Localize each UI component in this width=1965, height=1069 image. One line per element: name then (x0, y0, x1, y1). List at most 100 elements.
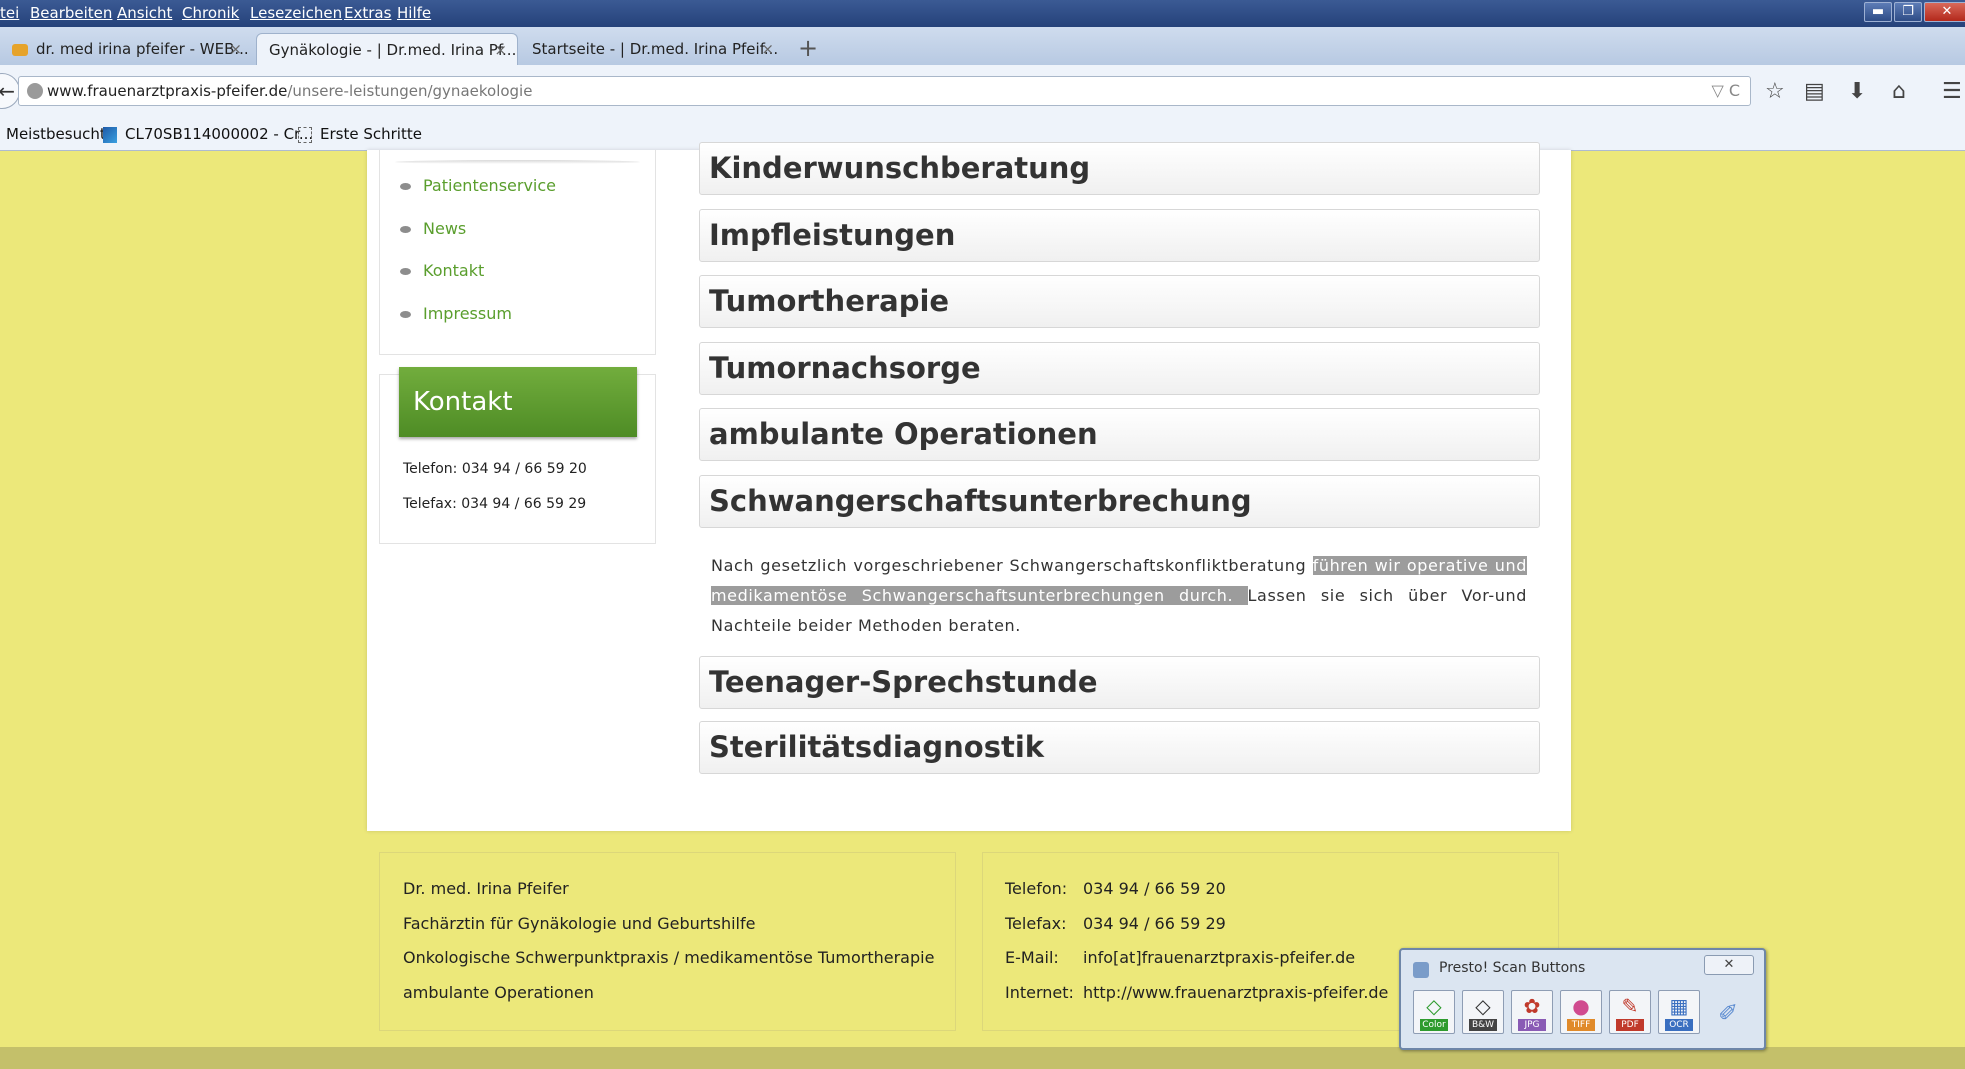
sidebar-item-label: Patientenservice (423, 176, 557, 195)
tab-bar: dr. med irina pfeifer - WEB... × Gynäkol… (0, 27, 1965, 65)
bullet-icon (400, 183, 411, 190)
footer-email-link[interactable]: info[at]frauenarztpraxis-pfeifer.de (1083, 948, 1355, 967)
scan-bw-button[interactable]: ◇ B&W (1462, 990, 1504, 1034)
scan-button-label: Color (1420, 1019, 1448, 1031)
bookmark-label: CL70SB114000002 - Cr... (125, 125, 314, 143)
menu-bar: tei Bearbeiten Ansicht Chronik Lesezeich… (0, 0, 1965, 27)
menu-item-ansicht[interactable]: Ansicht (117, 4, 172, 22)
divider (395, 160, 640, 164)
sidebar-item-kontakt[interactable]: Kontakt (400, 261, 484, 280)
hamburger-menu-icon[interactable]: ☰ (1942, 79, 1962, 104)
bullet-icon (400, 311, 411, 318)
scan-color-button[interactable]: ◇ Color (1413, 990, 1455, 1034)
url-bar[interactable]: www.frauenarztpraxis-pfeifer.de/unsere-l… (18, 76, 1751, 106)
scan-color-icon: ◇ (1426, 994, 1442, 1018)
tab-close-icon[interactable]: × (494, 34, 507, 66)
accordion-header-tumortherapie[interactable]: Tumortherapie (699, 275, 1540, 328)
tab-close-icon[interactable]: × (761, 33, 774, 65)
sidebar-nav: Patientenservice News Kontakt Impressum (379, 150, 656, 355)
page-bottom-band (0, 1047, 1965, 1069)
accordion-panel-text: Nach gesetzlich vorgeschriebener Schwang… (711, 551, 1527, 641)
scan-tiff-button[interactable]: ● TIFF (1560, 990, 1602, 1034)
footer-label-email: E-Mail: (1005, 948, 1059, 967)
menu-item-hilfe[interactable]: Hilfe (397, 4, 431, 22)
scan-pdf-button[interactable]: ✎ PDF (1609, 990, 1651, 1034)
scan-button-label: B&W (1469, 1019, 1497, 1031)
presto-title: Presto! Scan Buttons (1439, 960, 1586, 976)
tab-gynaekologie[interactable]: Gynäkologie - | Dr.med. Irina Pf... × (256, 33, 518, 65)
globe-icon (27, 83, 43, 99)
home-icon[interactable]: ⌂ (1892, 79, 1906, 104)
kontakt-telefon: Telefon: 034 94 / 66 59 20 (403, 461, 587, 477)
kontakt-widget: Kontakt Telefon: 034 94 / 66 59 20 Telef… (379, 367, 656, 544)
footer-telefon: 034 94 / 66 59 20 (1083, 879, 1226, 898)
url-path: /unsere-leistungen/gynaekologie (287, 82, 533, 100)
bookmark-erste-schritte[interactable]: Erste Schritte (298, 125, 422, 143)
sidebar-item-label: News (423, 219, 467, 238)
scan-ocr-icon: ▦ (1669, 994, 1689, 1018)
panel-text-part1: Nach gesetzlich vorgeschriebener Schwang… (711, 556, 1313, 575)
menu-item-lesezeichen[interactable]: Lesezeichen (250, 4, 342, 22)
scan-button-label: PDF (1616, 1019, 1644, 1031)
footer-specialty: Fachärztin für Gynäkologie und Geburtshi… (403, 914, 756, 933)
url-host: www.frauenarztpraxis-pfeifer.de (47, 82, 288, 100)
menu-item-chronik[interactable]: Chronik (182, 4, 239, 22)
footer-label-telefax: Telefax: (1005, 914, 1067, 933)
accordion-header-teenager-sprechstunde[interactable]: Teenager-Sprechstunde (699, 656, 1540, 709)
back-arrow-icon[interactable]: ← (0, 73, 20, 109)
accordion-header-tumornachsorge[interactable]: Tumornachsorge (699, 342, 1540, 395)
bullet-icon (400, 268, 411, 275)
footer-telefax: 034 94 / 66 59 29 (1083, 914, 1226, 933)
close-icon[interactable]: ✕ (1704, 955, 1754, 975)
kontakt-banner: Kontakt (399, 367, 637, 437)
star-bookmark-icon[interactable]: ☆ (1765, 79, 1785, 104)
tab-webmail[interactable]: dr. med irina pfeifer - WEB... × (0, 33, 252, 65)
bookmark-page-icon (298, 126, 312, 143)
close-window-icon[interactable]: ✕ (1924, 2, 1965, 22)
reading-list-icon[interactable]: ▤ (1804, 79, 1825, 104)
bullet-icon (400, 226, 411, 233)
scan-button-label: JPG (1518, 1019, 1546, 1031)
bookmark-meistbesucht[interactable]: Meistbesucht (6, 125, 106, 143)
menu-item-extras[interactable]: Extras (344, 4, 391, 22)
kontakt-telefax: Telefax: 034 94 / 66 59 29 (403, 496, 587, 512)
accordion-header-schwangerschaftsunterbrechung[interactable]: Schwangerschaftsunterbrechung (699, 475, 1540, 528)
menu-item-bearbeiten[interactable]: Bearbeiten (30, 4, 112, 22)
bookmark-label: Erste Schritte (320, 125, 422, 143)
scan-button-label: TIFF (1567, 1019, 1595, 1031)
footer-website-link[interactable]: http://www.frauenarztpraxis-pfeifer.de (1083, 983, 1388, 1002)
download-icon[interactable]: ⬇ (1848, 79, 1866, 104)
scan-pdf-icon: ✎ (1621, 994, 1639, 1018)
tab-close-icon[interactable]: × (229, 33, 242, 65)
reload-icon[interactable]: ▽ C (1711, 77, 1740, 105)
menu-item-datei[interactable]: tei (0, 4, 19, 22)
accordion-header-kinderwunschberatung[interactable]: Kinderwunschberatung (699, 142, 1540, 195)
new-tab-button[interactable]: + (798, 34, 818, 62)
footer-operations: ambulante Operationen (403, 983, 594, 1002)
restore-icon[interactable]: ❐ (1894, 2, 1922, 22)
sidebar-item-label: Impressum (423, 304, 512, 323)
accordion-header-impfleistungen[interactable]: Impfleistungen (699, 209, 1540, 262)
sidebar-item-impressum[interactable]: Impressum (400, 304, 512, 323)
tab-label: Startseite - | Dr.med. Irina Pfeif... (532, 40, 779, 58)
scan-ocr-button[interactable]: ▦ OCR (1658, 990, 1700, 1034)
scan-button-label: OCR (1665, 1019, 1693, 1031)
bookmark-favicon-icon (103, 126, 117, 143)
scan-settings-button[interactable]: ✐ (1707, 990, 1749, 1034)
footer-address-box: Dr. med. Irina Pfeifer Fachärztin für Gy… (379, 852, 956, 1031)
sidebar-item-patientenservice[interactable]: Patientenservice (400, 176, 556, 195)
sidebar-item-news[interactable]: News (400, 219, 466, 238)
url-text: www.frauenarztpraxis-pfeifer.de/unsere-l… (47, 77, 532, 105)
scan-bw-icon: ◇ (1475, 994, 1491, 1018)
scan-jpg-icon: ✿ (1523, 994, 1541, 1018)
tab-label: dr. med irina pfeifer - WEB... (36, 40, 249, 58)
scan-jpg-button[interactable]: ✿ JPG (1511, 990, 1553, 1034)
footer-label-telefon: Telefon: (1005, 879, 1068, 898)
bookmark-cl70sb[interactable]: CL70SB114000002 - Cr... (103, 125, 313, 143)
minimize-icon[interactable]: ▬ (1864, 2, 1892, 22)
footer-name: Dr. med. Irina Pfeifer (403, 879, 569, 898)
tab-startseite[interactable]: Startseite - | Dr.med. Irina Pfeif... × (520, 33, 784, 65)
accordion-header-ambulante-operationen[interactable]: ambulante Operationen (699, 408, 1540, 461)
accordion-header-sterilitaetsdiagnostik[interactable]: Sterilitätsdiagnostik (699, 721, 1540, 774)
presto-scan-panel: Presto! Scan Buttons ✕ ◇ Color ◇ B&W ✿ J… (1399, 948, 1766, 1050)
